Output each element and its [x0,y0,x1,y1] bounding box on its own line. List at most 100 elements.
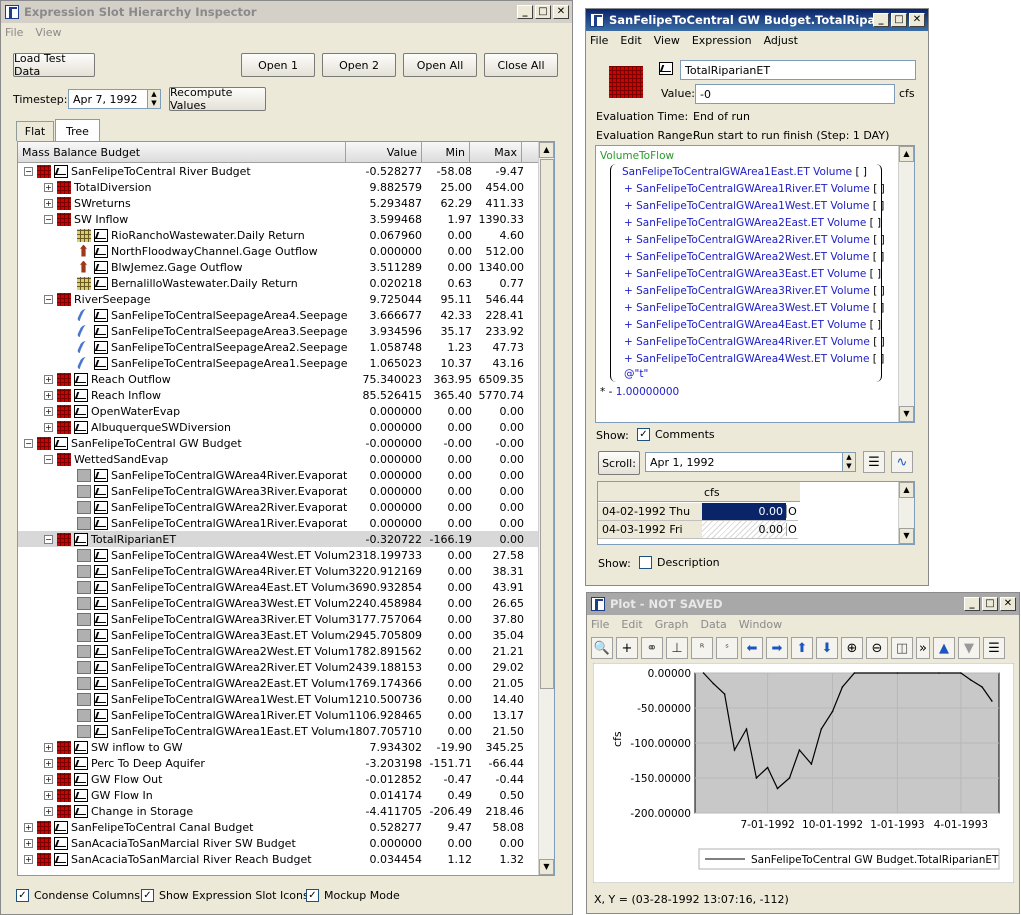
expand-icon[interactable]: + [44,198,53,208]
plot-chart[interactable]: 0.00000 -50.00000 -100.00000 -150.00000 -200… [593,663,1014,883]
tab-flat[interactable]: Flat [16,121,54,141]
expr-slot-reference[interactable]: + SanFelipeToCentralGWArea3West.ET Volum… [624,302,884,314]
table-row[interactable]: BlwJemez.Gage Outflow 3.511289 0.00 1340.00 [18,259,554,275]
table-row[interactable]: + Perc To Deep Aquifer -3.203198 -151.71 -66… [18,755,554,771]
menu-file[interactable]: File [5,26,23,39]
scroll-button[interactable]: Scroll: [598,451,640,475]
table-row[interactable]: BernalilloWastewater.Daily Return 0.02021… [18,275,554,291]
expr-slot-reference[interactable]: + SanFelipeToCentralGWArea3River.ET Volu… [624,285,885,297]
col-header-name[interactable]: Mass Balance Budget [18,142,346,162]
table-row[interactable]: − TotalRiparianET -0.320722 -166.19 0.00 [18,531,554,547]
table-row[interactable]: + SW inflow to GW 7.934302 -19.90 345.25 [18,739,554,755]
expand-icon[interactable]: + [44,758,53,768]
table-row[interactable]: − SanFelipeToCentral River Budget -0.52827… [18,163,554,179]
menu-file[interactable]: File [591,618,609,631]
minimize-button[interactable]: _ [873,13,889,27]
close-button[interactable]: ✕ [553,5,569,19]
plot-titlebar[interactable]: Plot - NOT SAVED _ □ ✕ [587,593,1019,615]
series-value-cell[interactable]: 0.00 [702,521,786,538]
axis-r-icon[interactable]: ᴿ [691,637,713,659]
table-row[interactable]: SanFelipeToCentralGWArea2East.ET Volume 1… [18,675,554,691]
col-header-min[interactable]: Min [422,142,470,162]
expr-slot-reference[interactable]: + SanFelipeToCentralGWArea4West.ET Volum… [624,353,884,365]
tab-tree[interactable]: Tree [55,119,100,142]
table-row[interactable]: + Reach Outflow 75.340023 363.95 6509.35 [18,371,554,387]
mockup-mode-checkbox[interactable]: ✓ Mockup Mode [306,889,400,902]
table-row[interactable]: SanFelipeToCentralGWArea3East.ET Volume 2… [18,627,554,643]
menu-adjust[interactable]: Adjust [764,34,798,47]
series-vscroll[interactable]: ▲ ▼ [898,482,914,544]
table-row[interactable]: 04-03-1992 Fri 0.00 O [598,521,798,539]
table-row[interactable]: SanFelipeToCentralGWArea4West.ET Volume 2… [18,547,554,563]
menu-file[interactable]: File [590,34,608,47]
expand-icon[interactable]: + [44,422,53,432]
condense-columns-checkbox[interactable]: ✓ Condense Columns [16,889,140,902]
table-row[interactable]: + SanAcaciaToSanMarcial River Reach Budge… [18,851,554,867]
expand-icon[interactable]: + [44,790,53,800]
collapse-icon[interactable]: − [24,438,33,448]
menu-edit[interactable]: Edit [621,618,642,631]
fill-up-icon[interactable]: ▲ [933,637,955,659]
maximize-button[interactable]: □ [891,13,907,27]
inspector-titlebar[interactable]: Expression Slot Hierarchy Inspector _ □ … [1,1,572,23]
scroll-down-arrow[interactable]: ▼ [899,406,914,422]
table-row[interactable]: SanFelipeToCentralGWArea1River.ET Volume… [18,707,554,723]
list-icon[interactable]: ☰ [983,637,1005,659]
zoom-out-icon[interactable]: ⊖ [866,637,888,659]
series-value-cell[interactable]: 0.00 [702,503,786,520]
expr-slot-reference[interactable]: SanFelipeToCentralGWArea1East.ET Volume … [622,166,867,178]
close-button[interactable]: ✕ [1000,597,1016,611]
show-icons-checkbox[interactable]: ✓ Show Expression Slot Icons [141,889,309,902]
expand-icon[interactable]: + [44,774,53,784]
expr-slot-reference[interactable]: + SanFelipeToCentralGWArea1West.ET Volum… [624,200,884,212]
close-button[interactable]: ✕ [909,13,925,27]
col-header-value[interactable]: Value [346,142,422,162]
col-header-max[interactable]: Max [470,142,522,162]
expand-icon[interactable]: + [24,838,33,848]
table-row[interactable]: SanFelipeToCentralSeepageArea3.Seepage 3.… [18,323,554,339]
expand-icon[interactable]: + [24,854,33,864]
zoom-in-icon[interactable]: ⊕ [841,637,863,659]
table-row[interactable]: SanFelipeToCentralGWArea3River.ET Volume… [18,611,554,627]
axis-s-icon[interactable]: ˢ [716,637,738,659]
expand-icon[interactable]: + [44,742,53,752]
table-row[interactable]: + Change in Storage -4.411705 -206.49 218.46 [18,803,554,819]
maximize-button[interactable]: □ [535,5,551,19]
scroll-date-field[interactable]: Apr 1, 1992 [645,452,843,472]
open-1-button[interactable]: Open 1 [241,53,315,77]
open-all-button[interactable]: Open All [403,53,477,77]
table-row[interactable]: SanFelipeToCentralGWArea1West.ET Volume 1… [18,691,554,707]
close-all-button[interactable]: Close All [484,53,558,77]
link-icon[interactable]: ⚭ [641,637,663,659]
minimize-button[interactable]: _ [517,5,533,19]
more-icon[interactable]: » [916,637,930,659]
fill-down-icon[interactable]: ▼ [958,637,980,659]
expand-icon[interactable]: + [24,822,33,832]
menu-expression[interactable]: Expression [692,34,752,47]
expand-icon[interactable]: + [44,406,53,416]
table-row[interactable]: SanFelipeToCentralGWArea2River.ET Volume… [18,659,554,675]
scroll-up-arrow[interactable]: ▲ [899,482,914,498]
tree-vscroll[interactable]: ▲ ▼ [538,142,554,875]
table-row[interactable]: + OpenWaterEvap 0.000000 0.00 0.00 [18,403,554,419]
table-row[interactable]: SanFelipeToCentralGWArea1East.ET Volume 1… [18,723,554,739]
slot-titlebar[interactable]: SanFelipeToCentral GW Budget.TotalRipari… [586,9,928,31]
expr-vscroll[interactable]: ▲ ▼ [898,146,914,422]
recompute-values-button[interactable]: Recompute Values [169,86,266,112]
open-2-button[interactable]: Open 2 [322,53,396,77]
zoom-tool-icon[interactable]: 🔍 [591,637,613,659]
table-row[interactable]: SanFelipeToCentralGWArea3River.Evaporati… [18,483,554,499]
slot-value-field[interactable]: -0 [695,84,895,104]
table-row[interactable]: − WettedSandEvap 0.000000 0.00 0.00 [18,451,554,467]
table-row[interactable]: SanFelipeToCentralSeepageArea1.Seepage 1.… [18,355,554,371]
table-row[interactable]: SanFelipeToCentralGWArea4East.ET Volume 3… [18,579,554,595]
table-row[interactable]: + TotalDiversion 9.882579 25.00 454.00 [18,179,554,195]
scroll-up-arrow[interactable]: ▲ [539,142,554,158]
maximize-button[interactable]: □ [982,597,998,611]
table-row[interactable]: SanFelipeToCentralGWArea3West.ET Volume 2… [18,595,554,611]
expr-slot-reference[interactable]: + SanFelipeToCentralGWArea2River.ET Volu… [624,234,885,246]
scroll-down-arrow[interactable]: ▼ [899,528,914,544]
table-row[interactable]: SanFelipeToCentralSeepageArea4.Seepage 3.… [18,307,554,323]
table-row[interactable]: − SW Inflow 3.599468 1.97 1390.33 [18,211,554,227]
collapse-icon[interactable]: − [44,294,53,304]
